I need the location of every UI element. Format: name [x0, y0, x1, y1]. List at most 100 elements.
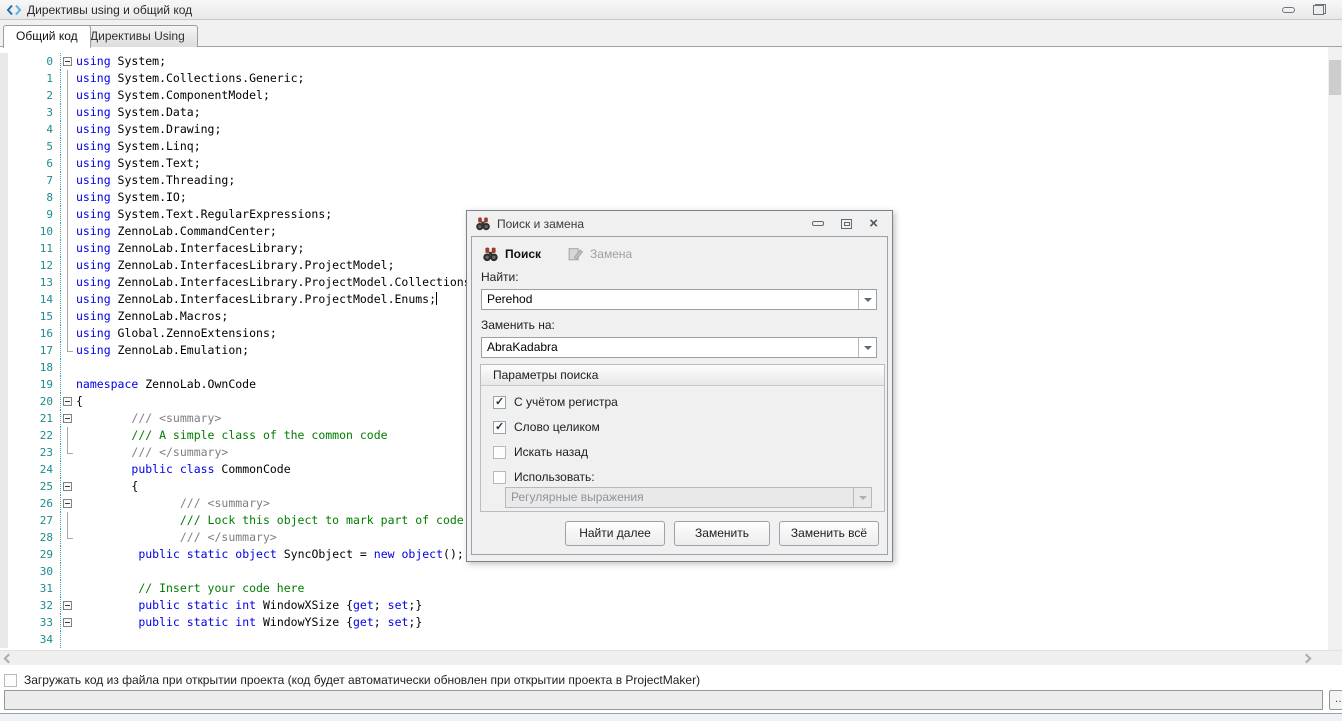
binoculars-icon	[482, 246, 499, 263]
icon-margin	[0, 631, 8, 648]
search-options-title: Параметры поиска	[481, 365, 884, 386]
dialog-minimize-icon[interactable]	[812, 221, 824, 226]
fold-marker[interactable]	[60, 546, 76, 563]
search-mode-button[interactable]: Поиск	[482, 246, 541, 263]
fold-marker[interactable]	[60, 223, 76, 240]
fold-marker[interactable]	[60, 495, 76, 512]
fold-marker[interactable]	[60, 274, 76, 291]
line-number: 11	[8, 240, 60, 257]
restore-icon[interactable]	[1313, 4, 1326, 15]
option-search-backwards[interactable]: Искать назад	[493, 444, 588, 460]
option-use[interactable]: Использовать:	[493, 469, 595, 485]
fold-marker[interactable]	[60, 461, 76, 478]
find-combobox[interactable]: Perehod	[481, 289, 877, 310]
line-number: 14	[8, 291, 60, 308]
dialog-title: Поиск и замена	[497, 217, 584, 231]
find-next-button[interactable]: Найти далее	[565, 521, 665, 546]
use-checkbox[interactable]	[493, 471, 506, 484]
code-line: 32 public static int WindowXSize {get; s…	[0, 597, 1342, 614]
titlebar[interactable]: Директивы using и общий код	[0, 0, 1342, 20]
dialog-titlebar[interactable]: Поиск и замена ×	[467, 211, 892, 236]
icon-margin	[0, 274, 8, 291]
minimize-icon[interactable]	[1282, 7, 1295, 13]
fold-marker[interactable]	[60, 189, 76, 206]
fold-marker[interactable]	[60, 342, 76, 359]
fold-marker[interactable]	[60, 138, 76, 155]
fold-marker[interactable]	[60, 359, 76, 376]
fold-marker[interactable]	[60, 291, 76, 308]
code-text: using System;	[76, 53, 1342, 70]
fold-marker[interactable]	[60, 87, 76, 104]
option-whole-word[interactable]: Слово целиком	[493, 419, 600, 435]
fold-marker[interactable]	[60, 563, 76, 580]
line-number: 24	[8, 461, 60, 478]
fold-marker[interactable]	[60, 257, 76, 274]
fold-marker[interactable]	[60, 444, 76, 461]
text-caret	[436, 292, 437, 305]
fold-marker[interactable]	[60, 427, 76, 444]
fold-marker[interactable]	[60, 325, 76, 342]
fold-marker[interactable]	[60, 308, 76, 325]
line-number: 3	[8, 104, 60, 121]
fold-marker[interactable]	[60, 70, 76, 87]
replace-all-button[interactable]: Заменить всё	[779, 521, 879, 546]
scroll-right-icon[interactable]	[1302, 654, 1312, 664]
vertical-scrollbar[interactable]	[1328, 47, 1342, 650]
browse-button[interactable]: …	[1329, 690, 1342, 710]
fold-marker[interactable]	[60, 172, 76, 189]
option-match-case[interactable]: С учётом регистра	[493, 394, 618, 410]
fold-marker[interactable]	[60, 580, 76, 597]
line-number: 30	[8, 563, 60, 580]
code-text: // Insert your code here	[76, 580, 1342, 597]
icon-margin	[0, 206, 8, 223]
vertical-scrollbar-thumb[interactable]	[1329, 60, 1341, 95]
fold-marker[interactable]	[60, 376, 76, 393]
fold-marker[interactable]	[60, 53, 76, 70]
horizontal-scrollbar[interactable]	[0, 650, 1342, 665]
fold-marker[interactable]	[60, 393, 76, 410]
scroll-left-icon[interactable]	[4, 654, 14, 664]
tab-common-code[interactable]: Общий код	[3, 25, 91, 48]
whole-word-checkbox[interactable]	[493, 421, 506, 434]
replace-dropdown-button[interactable]	[858, 338, 876, 357]
icon-margin	[0, 461, 8, 478]
dialog-buttons-row: Найти далее Заменить Заменить всё	[472, 521, 879, 546]
file-path-input	[4, 690, 1323, 710]
dialog-maximize-icon[interactable]	[841, 219, 852, 229]
fold-marker[interactable]	[60, 240, 76, 257]
fold-marker[interactable]	[60, 529, 76, 546]
fold-marker[interactable]	[60, 597, 76, 614]
chevron-down-icon	[859, 496, 867, 500]
line-number: 10	[8, 223, 60, 240]
fold-marker[interactable]	[60, 155, 76, 172]
replace-combobox[interactable]: AbraKadabra	[481, 337, 877, 358]
line-number: 31	[8, 580, 60, 597]
fold-marker[interactable]	[60, 512, 76, 529]
load-from-file-checkbox[interactable]	[4, 674, 17, 687]
line-number: 23	[8, 444, 60, 461]
code-text	[76, 631, 1342, 648]
dialog-close-icon[interactable]: ×	[869, 219, 878, 229]
code-line: 1using System.Collections.Generic;	[0, 70, 1342, 87]
fold-marker[interactable]	[60, 104, 76, 121]
fold-marker[interactable]	[60, 478, 76, 495]
tab-using-directives[interactable]: Директивы Using	[77, 25, 198, 47]
dialog-panel: Поиск Замена Найти: Perehod Заменить на:…	[471, 236, 888, 555]
line-number: 25	[8, 478, 60, 495]
search-backwards-checkbox[interactable]	[493, 446, 506, 459]
replace-value: AbraKadabra	[487, 340, 558, 354]
icon-margin	[0, 189, 8, 206]
fold-marker[interactable]	[60, 631, 76, 648]
match-case-checkbox[interactable]	[493, 396, 506, 409]
dialog-toolbar: Поиск Замена	[482, 241, 632, 267]
fold-marker[interactable]	[60, 410, 76, 427]
fold-marker[interactable]	[60, 121, 76, 138]
code-line: 2using System.ComponentModel;	[0, 87, 1342, 104]
line-number: 16	[8, 325, 60, 342]
replace-mode-button: Замена	[567, 246, 632, 263]
icon-margin	[0, 291, 8, 308]
fold-marker[interactable]	[60, 206, 76, 223]
find-dropdown-button[interactable]	[858, 290, 876, 309]
fold-marker[interactable]	[60, 614, 76, 631]
replace-button[interactable]: Заменить	[674, 521, 770, 546]
